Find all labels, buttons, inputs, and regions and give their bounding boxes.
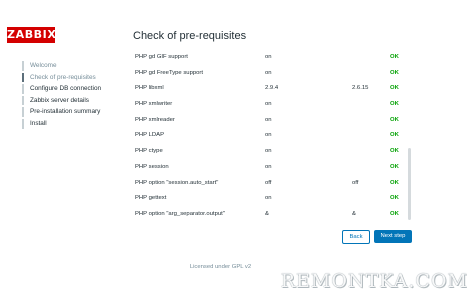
required-value: &: [352, 210, 356, 217]
current-value: &: [265, 210, 269, 217]
sidebar-step-label: Zabbix server details: [30, 96, 89, 104]
current-value: on: [265, 163, 272, 170]
sidebar-step-label: Pre-installation summary: [30, 108, 101, 116]
requirement-name: PHP xmlreader: [135, 116, 175, 123]
step-indicator: [22, 95, 24, 106]
result-status: OK: [390, 179, 399, 186]
table-row: PHP option "arg_separator.output" & & OK: [133, 207, 405, 223]
table-row: PHP gd FreeType support on OK: [133, 66, 405, 82]
requirement-name: PHP option "session.auto_start": [135, 179, 219, 186]
table-row: PHP ctype on OK: [133, 144, 405, 160]
sidebar-step-1: Check of pre-requisites: [0, 72, 130, 84]
sidebar-step-0: Welcome: [0, 60, 130, 72]
scrollbar-thumb[interactable]: [408, 148, 411, 220]
sidebar-step-2: Configure DB connection: [0, 83, 130, 95]
sidebar-step-label: Configure DB connection: [30, 85, 102, 93]
table-row: PHP xmlwriter on OK: [133, 97, 405, 113]
current-value: off: [265, 179, 272, 186]
table-row: PHP session on OK: [133, 160, 405, 176]
result-status: OK: [390, 195, 399, 202]
requirement-name: PHP ctype: [135, 148, 163, 155]
step-indicator: [22, 107, 24, 117]
requirement-name: PHP gd FreeType support: [135, 69, 203, 76]
current-value: on: [265, 101, 272, 108]
requirement-name: PHP xmlwriter: [135, 101, 173, 108]
step-indicator: [22, 61, 24, 71]
table-row: PHP gettext on OK: [133, 191, 405, 207]
step-indicator: [22, 72, 24, 83]
result-status: OK: [390, 69, 399, 76]
step-indicator: [22, 118, 24, 129]
table-row: PHP libxml 2.9.4 2.6.15 OK: [133, 81, 405, 97]
result-status: OK: [390, 148, 399, 155]
requirement-name: PHP gettext: [135, 195, 167, 202]
requirement-name: PHP LDAP: [135, 132, 165, 139]
page-title: Check of pre-requisites: [133, 30, 247, 42]
required-value: 2.6.15: [352, 85, 369, 92]
current-value: on: [265, 132, 272, 139]
current-value: on: [265, 69, 272, 76]
result-status: OK: [390, 132, 399, 139]
requirement-name: PHP gd GIF support: [135, 54, 188, 60]
current-value: 2.9.4: [265, 85, 279, 92]
installer-steps: Welcome Check of pre-requisites Configure …: [0, 60, 130, 130]
current-value: on: [265, 54, 272, 60]
next-step-button[interactable]: Next step: [374, 230, 412, 243]
sidebar-step-4: Pre-installation summary: [0, 106, 130, 118]
table-row: PHP xmlreader on OK: [133, 113, 405, 129]
current-value: on: [265, 195, 272, 202]
sidebar-step-5: Install: [0, 118, 130, 130]
requirement-name: PHP libxml: [135, 85, 164, 92]
step-indicator: [22, 84, 24, 94]
back-button[interactable]: Back: [342, 230, 370, 244]
result-status: OK: [390, 85, 399, 92]
required-value: off: [352, 179, 359, 186]
sidebar-step-3: Zabbix server details: [0, 95, 130, 107]
result-status: OK: [390, 210, 399, 217]
table-row: PHP LDAP on OK: [133, 128, 405, 144]
requirement-name: PHP session: [135, 163, 169, 170]
watermark: REMONTKA.COM: [280, 270, 468, 292]
current-value: on: [265, 148, 272, 155]
result-status: OK: [390, 101, 399, 108]
table-row: PHP option "session.auto_start" off off OK: [133, 176, 405, 192]
result-status: OK: [390, 54, 399, 60]
result-status: OK: [390, 116, 399, 123]
requirements-table: PHP gd GIF support on OK PHP gd FreeType su…: [133, 50, 405, 223]
sidebar-step-label: Install: [30, 119, 47, 127]
result-status: OK: [390, 163, 399, 170]
current-value: on: [265, 116, 272, 123]
sidebar-step-label: Check of pre-requisites: [30, 73, 96, 81]
zabbix-logo: ZABBIX: [7, 27, 57, 43]
table-row: PHP gd GIF support on OK: [133, 50, 405, 66]
requirement-name: PHP option "arg_separator.output": [135, 210, 225, 217]
sidebar-step-label: Welcome: [30, 62, 57, 69]
